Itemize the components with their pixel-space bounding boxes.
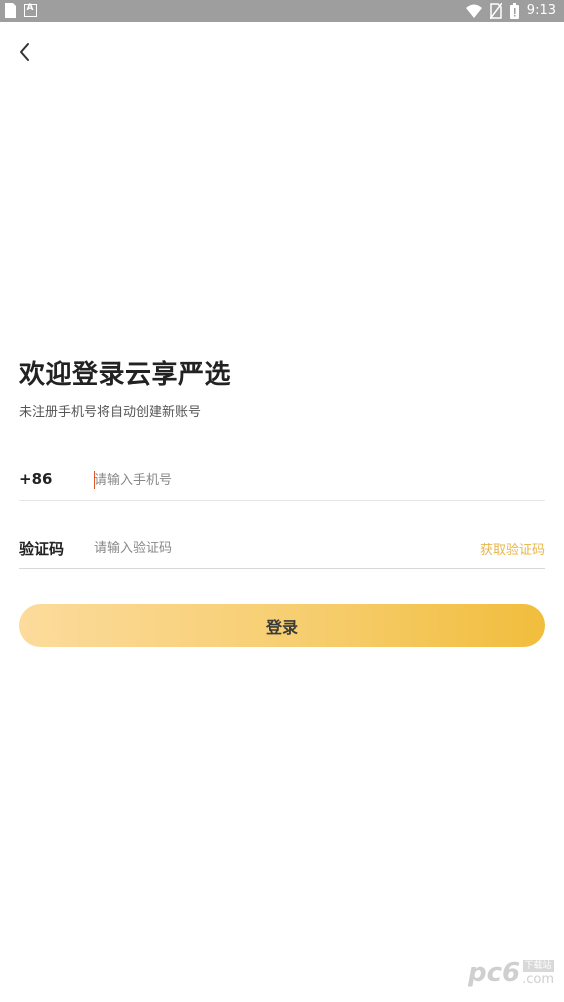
login-button[interactable]: 登录: [19, 604, 545, 647]
country-code-label: +86: [19, 470, 53, 488]
page-subtitle: 未注册手机号将自动创建新账号: [19, 405, 202, 420]
status-time: 9:13: [526, 3, 556, 18]
battery-icon: [509, 3, 519, 19]
text-caret: [94, 471, 95, 489]
status-right-icons: 9:13: [465, 2, 556, 20]
back-button[interactable]: [12, 38, 40, 66]
sim-card-icon: [5, 3, 16, 18]
status-bar: A 9:13: [0, 0, 564, 22]
page-title: 欢迎登录云享严选: [19, 360, 232, 390]
get-code-button[interactable]: 获取验证码: [480, 539, 545, 558]
app-a-icon: A: [24, 3, 37, 17]
watermark-suffix: .com: [522, 972, 554, 987]
verification-code-row: 验证码 获取验证码: [19, 528, 545, 569]
phone-row: +86: [19, 460, 545, 501]
phone-input[interactable]: [94, 466, 454, 494]
chevron-left-icon: [20, 43, 29, 61]
verification-code-label: 验证码: [19, 540, 65, 558]
no-sim-icon: [489, 3, 502, 19]
verification-code-input[interactable]: [94, 534, 454, 562]
wifi-icon: [465, 4, 482, 18]
watermark-logo: pc6 下载站 .com: [468, 958, 554, 988]
watermark-side: 下载站 .com: [522, 960, 554, 988]
status-left-icons: A: [5, 3, 37, 18]
watermark-main: pc6: [467, 958, 521, 988]
watermark-tag: 下载站: [522, 960, 554, 972]
app-a-letter: A: [26, 3, 34, 13]
